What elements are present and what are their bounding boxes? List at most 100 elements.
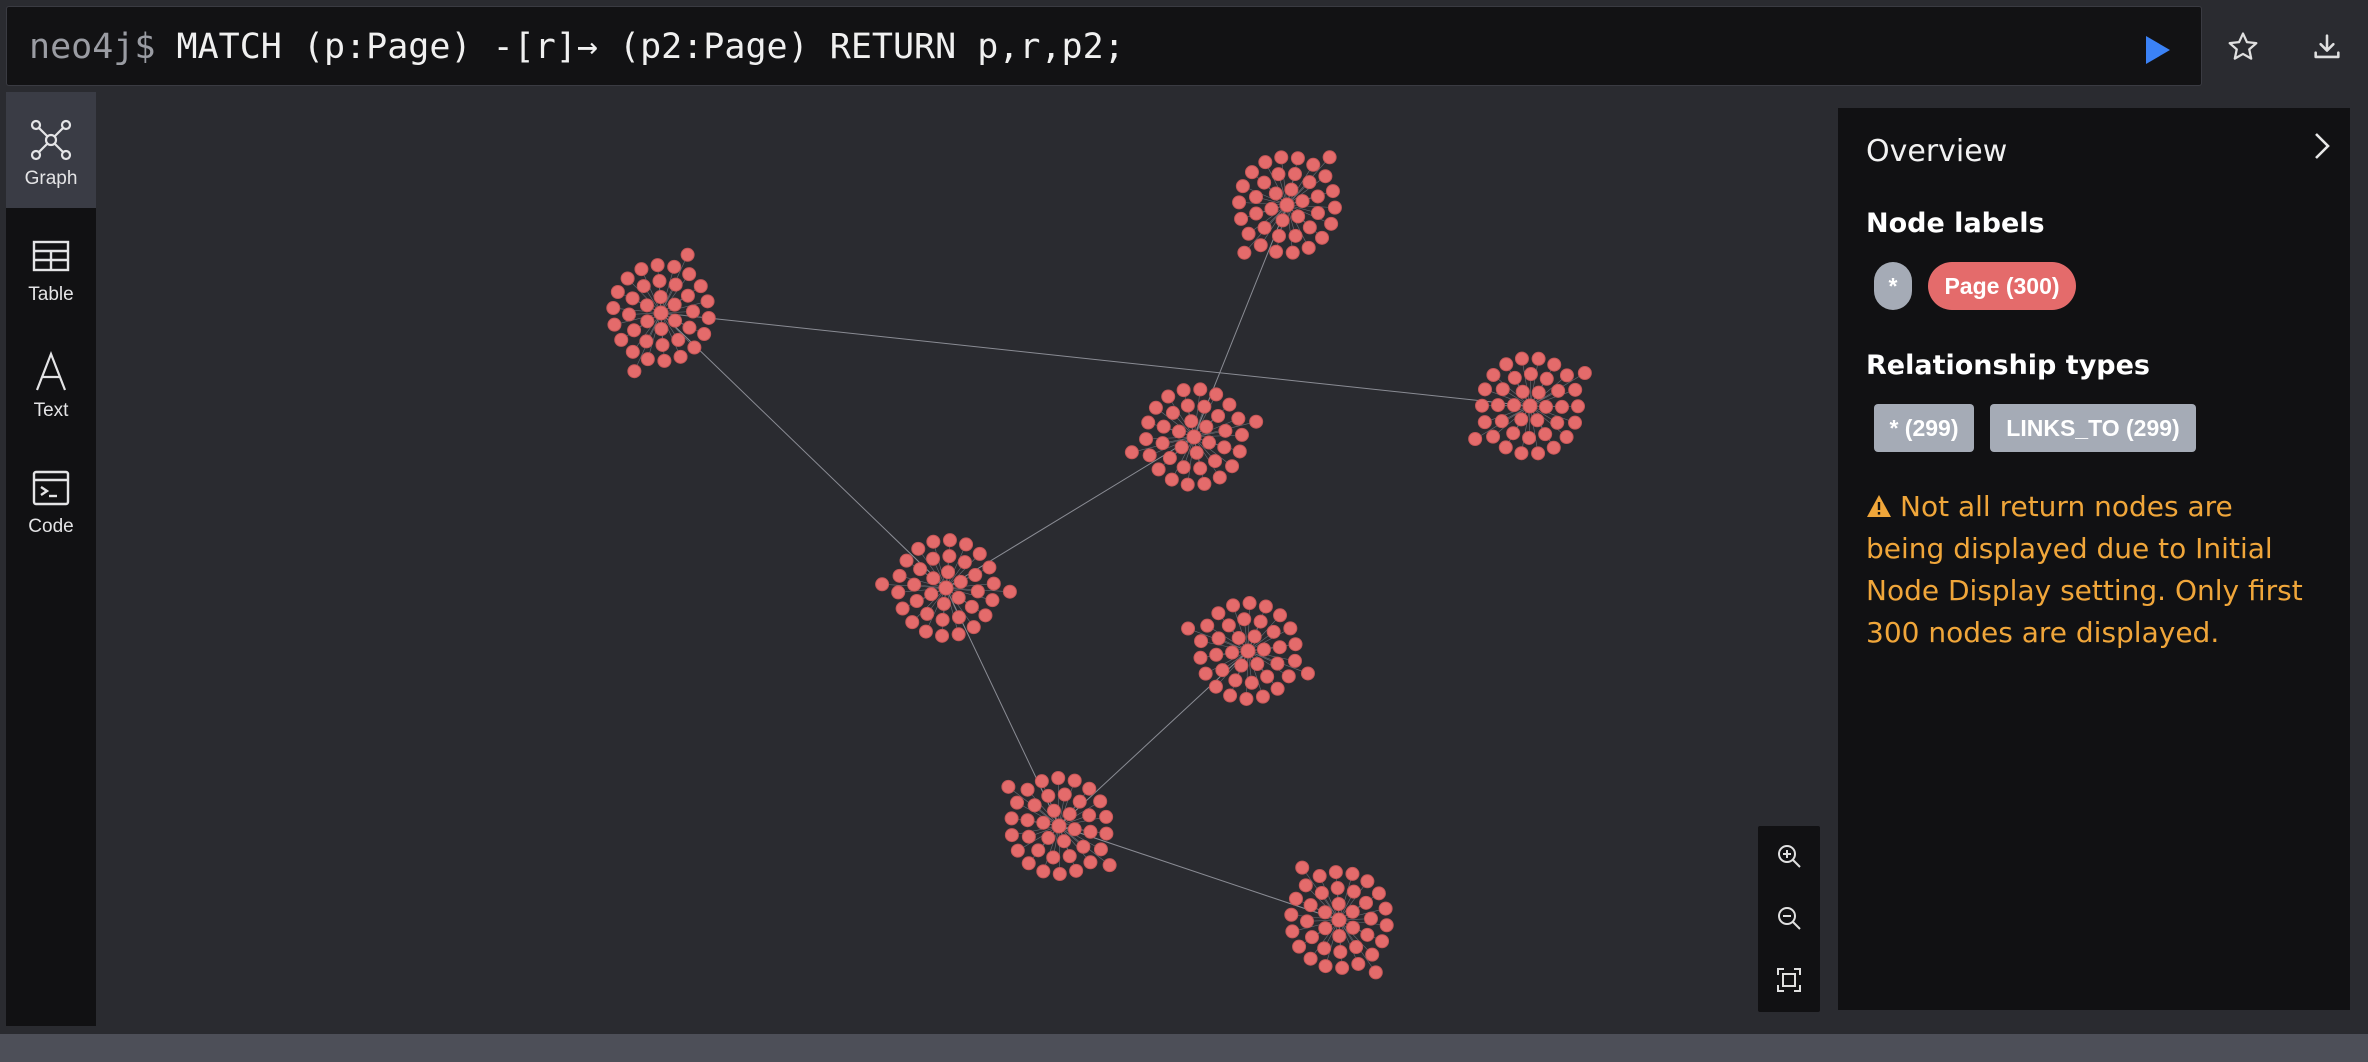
page-node[interactable] (936, 596, 951, 611)
page-node[interactable] (1208, 454, 1223, 469)
download-button[interactable] (2310, 30, 2344, 64)
page-node[interactable] (1559, 430, 1574, 445)
zoom-in-button[interactable] (1775, 842, 1803, 870)
page-node[interactable] (1498, 440, 1513, 455)
page-node[interactable] (1249, 414, 1264, 429)
page-node[interactable] (1181, 621, 1196, 636)
page-node[interactable] (1318, 921, 1333, 936)
page-node[interactable] (653, 290, 668, 305)
page-node[interactable] (968, 568, 983, 583)
page-node[interactable] (895, 601, 910, 616)
page-node[interactable] (1538, 427, 1553, 442)
page-node[interactable] (1283, 621, 1298, 636)
page-node[interactable] (1193, 382, 1208, 397)
page-node[interactable] (1247, 629, 1262, 644)
sidebar-item-code[interactable]: Code (6, 440, 96, 556)
page-node[interactable] (1155, 436, 1170, 451)
page-node[interactable] (1507, 398, 1522, 413)
page-node[interactable] (905, 615, 920, 630)
page-node[interactable] (1477, 382, 1492, 397)
page-node[interactable] (1083, 824, 1098, 839)
page-node[interactable] (614, 332, 629, 347)
page-node[interactable] (1477, 415, 1492, 430)
page-node[interactable] (1176, 460, 1191, 475)
favorite-button[interactable] (2226, 30, 2260, 64)
page-node[interactable] (1554, 399, 1569, 414)
page-node[interactable] (1034, 774, 1049, 789)
page-node[interactable] (1171, 424, 1186, 439)
page-node[interactable] (671, 332, 686, 347)
page-node[interactable] (951, 590, 966, 605)
page-node[interactable] (1360, 927, 1375, 942)
page-node[interactable] (1235, 179, 1250, 194)
page-node[interactable] (1139, 432, 1154, 447)
page-node[interactable] (1046, 850, 1061, 865)
page-node[interactable] (1379, 918, 1394, 933)
page-node[interactable] (1260, 669, 1275, 684)
page-node[interactable] (1215, 663, 1230, 678)
page-node[interactable] (1486, 429, 1501, 444)
page-node[interactable] (1099, 826, 1114, 841)
page-node[interactable] (1310, 206, 1325, 221)
page-node[interactable] (1306, 157, 1321, 172)
page-node[interactable] (959, 537, 974, 552)
page-node-hub[interactable] (1279, 197, 1295, 213)
page-node[interactable] (1237, 612, 1252, 627)
page-node[interactable] (1314, 885, 1329, 900)
page-node[interactable] (700, 294, 715, 309)
page-node[interactable] (1052, 866, 1067, 881)
page-node[interactable] (1237, 245, 1252, 260)
page-node[interactable] (935, 612, 950, 627)
page-node[interactable] (1523, 367, 1538, 382)
page-node[interactable] (1124, 445, 1139, 460)
page-node[interactable] (1270, 681, 1285, 696)
page-node[interactable] (1211, 606, 1226, 621)
page-node[interactable] (657, 353, 672, 368)
page-node[interactable] (1218, 423, 1233, 438)
page-node[interactable] (687, 340, 702, 355)
page-node-hub[interactable] (938, 580, 954, 596)
page-node[interactable] (1514, 412, 1529, 427)
page-node[interactable] (953, 574, 968, 589)
page-node[interactable] (1330, 881, 1345, 896)
page-node[interactable] (1208, 679, 1223, 694)
page-node[interactable] (1295, 194, 1310, 209)
page-node[interactable] (1099, 809, 1114, 824)
page-node[interactable] (1197, 399, 1212, 414)
page-node[interactable] (966, 620, 981, 635)
page-node[interactable] (1036, 815, 1051, 830)
page-node[interactable] (1093, 794, 1108, 809)
page-node[interactable] (1273, 608, 1288, 623)
page-node[interactable] (926, 534, 941, 549)
page-node[interactable] (1546, 440, 1561, 455)
page-node[interactable] (1021, 829, 1036, 844)
page-node[interactable] (1226, 598, 1241, 613)
page-node[interactable] (1269, 244, 1284, 259)
page-node[interactable] (1304, 930, 1319, 945)
page-node[interactable] (673, 349, 688, 364)
page-node[interactable] (1189, 445, 1204, 460)
page-node[interactable] (1151, 462, 1166, 477)
page-node[interactable] (1217, 440, 1232, 455)
page-node[interactable] (942, 533, 957, 548)
page-node[interactable] (1221, 618, 1236, 633)
page-node[interactable] (625, 344, 640, 359)
page-node[interactable] (1253, 238, 1268, 253)
page-node[interactable] (1057, 834, 1072, 849)
page-node[interactable] (1209, 387, 1224, 402)
page-node[interactable] (1359, 895, 1374, 910)
page-node[interactable] (1027, 798, 1042, 813)
page-node[interactable] (1378, 901, 1393, 916)
page-node[interactable] (1318, 905, 1333, 920)
page-node[interactable] (1228, 673, 1243, 688)
page-node[interactable] (655, 337, 670, 352)
page-node[interactable] (1363, 911, 1378, 926)
page-node[interactable] (1506, 426, 1521, 441)
page-node[interactable] (680, 288, 695, 303)
page-node[interactable] (1041, 788, 1056, 803)
relationship-all-chip[interactable]: * (299) (1874, 404, 1974, 452)
page-node[interactable] (1200, 618, 1215, 633)
page-node[interactable] (1327, 200, 1342, 215)
page-node[interactable] (1290, 151, 1305, 166)
zoom-out-button[interactable] (1775, 904, 1803, 932)
